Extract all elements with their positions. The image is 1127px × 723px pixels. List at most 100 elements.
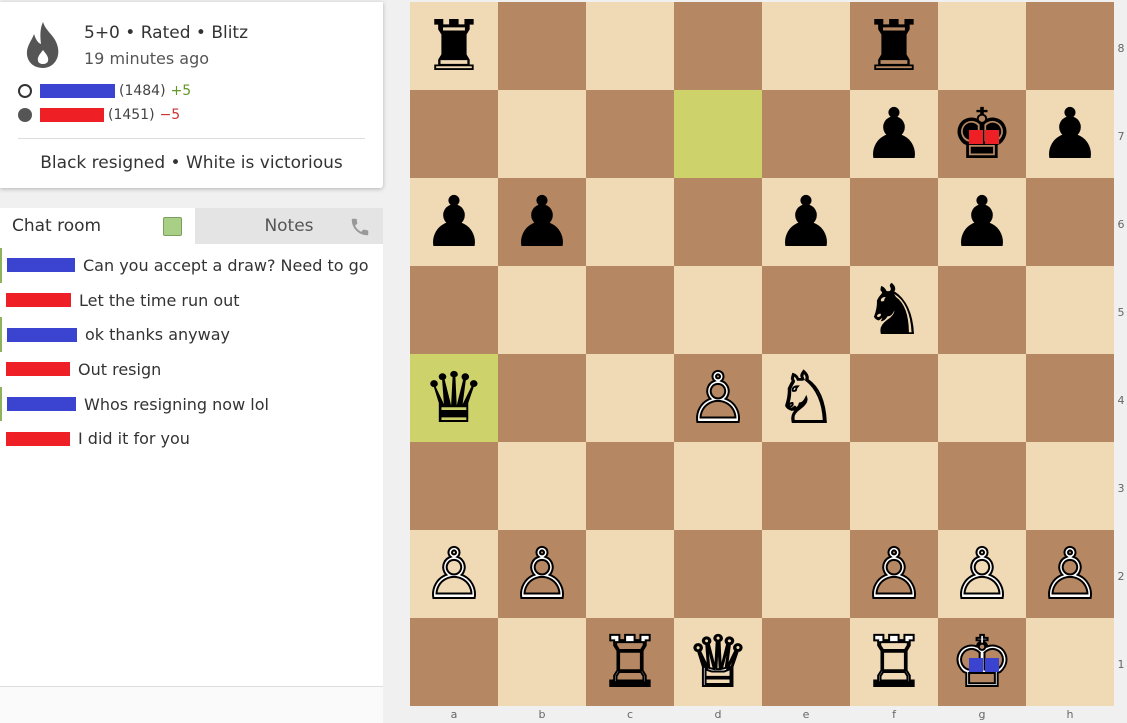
white-pawn-a2[interactable]: ♙ xyxy=(422,530,487,618)
square-h3[interactable] xyxy=(1026,442,1114,530)
white-pawn-b2[interactable]: ♙ xyxy=(510,530,575,618)
chat-author-redacted[interactable] xyxy=(7,397,76,412)
square-b2[interactable]: ♙ xyxy=(498,530,586,618)
square-c5[interactable] xyxy=(586,266,674,354)
tab-chat-room[interactable]: Chat room xyxy=(0,208,195,244)
black-rook-f8[interactable]: ♜ xyxy=(863,2,926,90)
square-a4[interactable]: ♛ xyxy=(410,354,498,442)
black-rook-a8[interactable]: ♜ xyxy=(423,2,486,90)
black-queen-a4[interactable]: ♛ xyxy=(423,354,486,442)
square-g5[interactable] xyxy=(938,266,1026,354)
white-knight-e4[interactable]: ♘ xyxy=(774,354,839,442)
square-f2[interactable]: ♙ xyxy=(850,530,938,618)
square-h5[interactable] xyxy=(1026,266,1114,354)
square-f7[interactable]: ♟ xyxy=(850,90,938,178)
square-b8[interactable] xyxy=(498,2,586,90)
chat-author-redacted[interactable] xyxy=(6,431,70,446)
square-d4[interactable]: ♙ xyxy=(674,354,762,442)
black-pawn-h7[interactable]: ♟ xyxy=(1039,90,1102,178)
square-b6[interactable]: ♟ xyxy=(498,178,586,266)
square-g4[interactable] xyxy=(938,354,1026,442)
square-f8[interactable]: ♜ xyxy=(850,2,938,90)
square-c3[interactable] xyxy=(586,442,674,530)
black-knight-f5[interactable]: ♞ xyxy=(863,266,926,354)
square-c8[interactable] xyxy=(586,2,674,90)
square-b5[interactable] xyxy=(498,266,586,354)
chat-input[interactable] xyxy=(0,686,383,723)
black-pawn-b6[interactable]: ♟ xyxy=(511,178,574,266)
square-a5[interactable] xyxy=(410,266,498,354)
square-a2[interactable]: ♙ xyxy=(410,530,498,618)
square-g2[interactable]: ♙ xyxy=(938,530,1026,618)
chat-author-redacted[interactable] xyxy=(6,293,71,308)
square-b3[interactable] xyxy=(498,442,586,530)
square-d1[interactable]: ♕ xyxy=(674,618,762,706)
square-a8[interactable]: ♜ xyxy=(410,2,498,90)
square-g8[interactable] xyxy=(938,2,1026,90)
square-g6[interactable]: ♟ xyxy=(938,178,1026,266)
white-pawn-f2[interactable]: ♙ xyxy=(862,530,927,618)
square-c2[interactable] xyxy=(586,530,674,618)
square-f3[interactable] xyxy=(850,442,938,530)
chess-board[interactable]: ♜♜♟♚♟♟♟♟♟♞♛♙♘♙♙♙♙♙♖♕♖♔ xyxy=(410,2,1114,706)
square-d5[interactable] xyxy=(674,266,762,354)
white-rook-f1[interactable]: ♖ xyxy=(862,618,927,706)
square-e4[interactable]: ♘ xyxy=(762,354,850,442)
square-d8[interactable] xyxy=(674,2,762,90)
square-e8[interactable] xyxy=(762,2,850,90)
square-d7[interactable] xyxy=(674,90,762,178)
square-h1[interactable] xyxy=(1026,618,1114,706)
square-g1[interactable]: ♔ xyxy=(938,618,1026,706)
square-h4[interactable] xyxy=(1026,354,1114,442)
white-pawn-g2[interactable]: ♙ xyxy=(950,530,1015,618)
black-pawn-g6[interactable]: ♟ xyxy=(951,178,1014,266)
square-b4[interactable] xyxy=(498,354,586,442)
square-a3[interactable] xyxy=(410,442,498,530)
square-d6[interactable] xyxy=(674,178,762,266)
chat-author-redacted[interactable] xyxy=(7,258,75,273)
tab-notes[interactable]: Notes xyxy=(195,208,383,244)
white-queen-d1[interactable]: ♕ xyxy=(686,618,751,706)
square-e5[interactable] xyxy=(762,266,850,354)
square-b7[interactable] xyxy=(498,90,586,178)
square-e2[interactable] xyxy=(762,530,850,618)
square-f6[interactable] xyxy=(850,178,938,266)
square-c4[interactable] xyxy=(586,354,674,442)
square-h6[interactable] xyxy=(1026,178,1114,266)
white-player-name-redacted[interactable] xyxy=(40,84,115,98)
square-a7[interactable] xyxy=(410,90,498,178)
square-f4[interactable] xyxy=(850,354,938,442)
square-e7[interactable] xyxy=(762,90,850,178)
square-d3[interactable] xyxy=(674,442,762,530)
square-b1[interactable] xyxy=(498,618,586,706)
square-h7[interactable]: ♟ xyxy=(1026,90,1114,178)
black-pawn-e6[interactable]: ♟ xyxy=(775,178,838,266)
black-player-row[interactable]: (1451) −5 xyxy=(18,105,180,125)
chat-author-redacted[interactable] xyxy=(6,362,70,377)
square-a1[interactable] xyxy=(410,618,498,706)
square-e6[interactable]: ♟ xyxy=(762,178,850,266)
square-c1[interactable]: ♖ xyxy=(586,618,674,706)
square-c6[interactable] xyxy=(586,178,674,266)
square-c7[interactable] xyxy=(586,90,674,178)
chat-author-redacted[interactable] xyxy=(7,327,77,342)
square-g7[interactable]: ♚ xyxy=(938,90,1026,178)
black-player-name-redacted[interactable] xyxy=(40,108,104,122)
white-player-row[interactable]: (1484) +5 xyxy=(18,81,191,101)
black-pawn-a6[interactable]: ♟ xyxy=(423,178,486,266)
square-h2[interactable]: ♙ xyxy=(1026,530,1114,618)
square-a6[interactable]: ♟ xyxy=(410,178,498,266)
square-f5[interactable]: ♞ xyxy=(850,266,938,354)
white-pawn-h2[interactable]: ♙ xyxy=(1038,530,1103,618)
white-rook-c1[interactable]: ♖ xyxy=(598,618,663,706)
square-e3[interactable] xyxy=(762,442,850,530)
square-d2[interactable] xyxy=(674,530,762,618)
chat-toggle-checkbox[interactable] xyxy=(163,217,182,236)
black-pawn-f7[interactable]: ♟ xyxy=(863,90,926,178)
square-f1[interactable]: ♖ xyxy=(850,618,938,706)
square-h8[interactable] xyxy=(1026,2,1114,90)
square-g3[interactable] xyxy=(938,442,1026,530)
phone-icon[interactable] xyxy=(349,216,371,238)
white-pawn-d4[interactable]: ♙ xyxy=(686,354,751,442)
square-e1[interactable] xyxy=(762,618,850,706)
